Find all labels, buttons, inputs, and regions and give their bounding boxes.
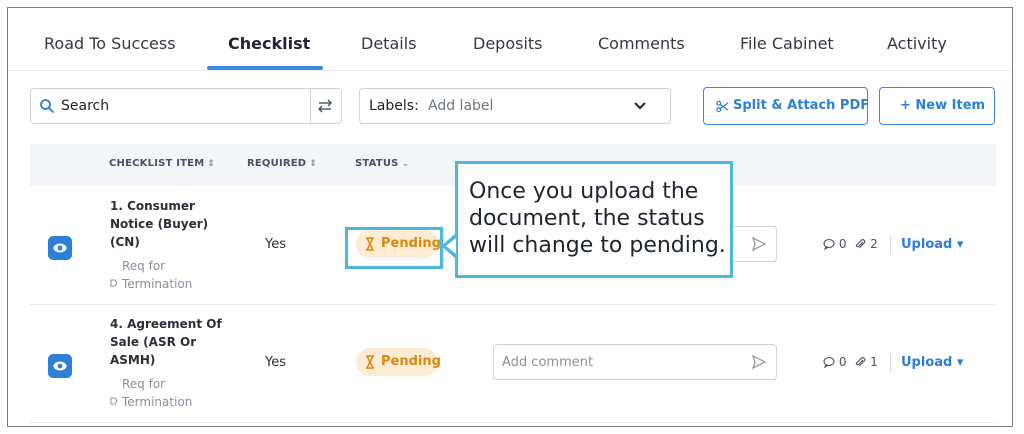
required-value: Yes — [265, 355, 286, 370]
chevron-down-icon — [634, 102, 646, 110]
status-highlight-box — [345, 227, 443, 269]
header-checklist-item[interactable]: CHECKLIST ITEM ⇕ — [109, 158, 215, 169]
labels-label: Labels: — [369, 98, 419, 114]
comment-attachment-counts: 0 2 — [823, 237, 878, 251]
new-item-label: + New Item — [900, 98, 986, 113]
split-attach-pdf-button[interactable]: Split & Attach PDF — [703, 87, 870, 125]
labels-placeholder: Add label — [428, 98, 494, 114]
paperclip-icon — [856, 357, 866, 367]
required-value: Yes — [265, 237, 286, 252]
tab-road-to-success[interactable]: Road To Success — [44, 8, 176, 70]
swap-filter-icon[interactable] — [315, 97, 335, 115]
status-badge[interactable]: Pending — [356, 348, 441, 376]
search-box — [30, 88, 342, 124]
tab-checklist[interactable]: Checklist — [228, 8, 310, 70]
comment-icon — [823, 356, 835, 368]
tab-deposits[interactable]: Deposits — [473, 8, 543, 70]
search-divider — [310, 89, 311, 123]
callout-pointer-inner — [446, 238, 456, 254]
tab-file-cabinet[interactable]: File Cabinet — [740, 8, 834, 70]
hourglass-icon — [366, 355, 374, 369]
active-tab-indicator — [207, 66, 323, 70]
view-eye-button[interactable] — [48, 236, 72, 260]
tutorial-callout: Once you upload the document, the status… — [455, 161, 733, 278]
comment-input[interactable] — [502, 345, 732, 379]
counts-divider — [890, 236, 891, 254]
search-icon — [40, 99, 54, 113]
checklist-item-name: 4. Agreement Of Sale (ASR Or ASMH) — [110, 317, 222, 367]
comment-attachment-counts: 0 1 — [823, 355, 878, 369]
tab-bar: Road To Success Checklist Details Deposi… — [8, 8, 1012, 71]
labels-select[interactable]: Labels: Add label — [359, 88, 671, 124]
split-attach-label: Split & Attach PDF — [733, 98, 870, 113]
scissors-icon — [716, 100, 729, 113]
comment-icon — [823, 238, 835, 250]
tab-comments[interactable]: Comments — [598, 8, 685, 70]
tab-activity[interactable]: Activity — [887, 8, 947, 70]
counts-divider — [890, 354, 891, 372]
table-row: 4. Agreement Of Sale (ASR Or ASMH) Req f… — [30, 304, 996, 423]
item-tag: Req for Termination — [110, 375, 192, 411]
new-item-button[interactable]: + New Item — [879, 87, 995, 125]
paperclip-icon — [856, 239, 866, 249]
item-tag: Req for Termination — [110, 257, 192, 293]
comment-input-box — [493, 344, 777, 380]
sort-icon: ⇕ — [309, 159, 318, 169]
upload-dropdown[interactable]: Upload ▾ — [901, 355, 963, 370]
header-status[interactable]: STATUS ⌄ — [355, 158, 409, 169]
send-icon[interactable] — [752, 237, 766, 251]
tag-icon — [110, 397, 118, 405]
app-frame: Road To Success Checklist Details Deposi… — [7, 7, 1013, 427]
sort-down-icon: ⌄ — [401, 159, 410, 169]
upload-dropdown[interactable]: Upload ▾ — [901, 237, 963, 252]
checklist-item-name: 1. Consumer Notice (Buyer) (CN) — [110, 199, 209, 249]
header-required[interactable]: REQUIRED ⇕ — [247, 158, 317, 169]
callout-text: Once you upload the document, the status… — [469, 179, 726, 258]
tag-icon — [110, 279, 118, 287]
eye-icon — [53, 243, 67, 253]
view-eye-button[interactable] — [48, 354, 72, 378]
tab-details[interactable]: Details — [361, 8, 416, 70]
send-icon[interactable] — [752, 355, 766, 369]
eye-icon — [53, 361, 67, 371]
sort-icon: ⇕ — [207, 159, 216, 169]
search-input[interactable] — [61, 89, 301, 123]
